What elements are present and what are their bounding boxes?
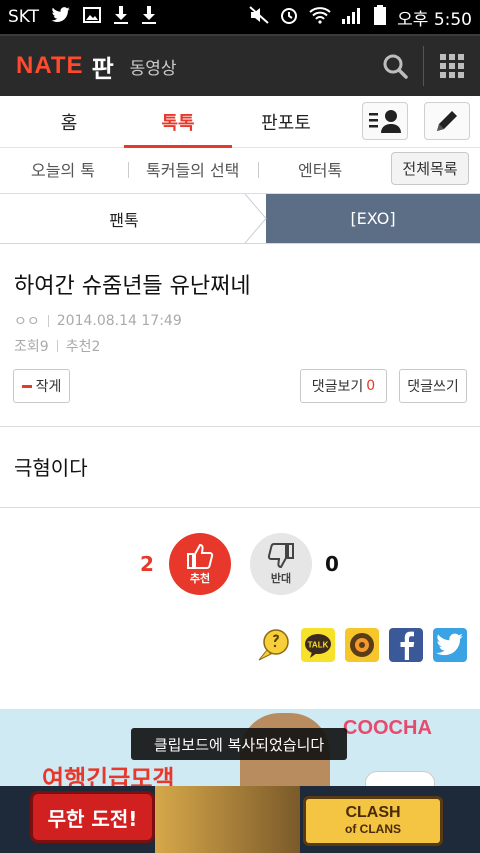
post-body: 극혐이다 bbox=[14, 456, 88, 480]
divider bbox=[0, 507, 480, 508]
recommend-button-label: 추천 bbox=[189, 572, 211, 585]
status-bar: SKT 오후 5:50 bbox=[0, 0, 480, 34]
speech-bubble-icon bbox=[258, 629, 289, 661]
write-post-button[interactable] bbox=[424, 102, 470, 140]
wifi-icon bbox=[309, 6, 331, 29]
subnav-today-talk[interactable]: 오늘의 톡 bbox=[31, 148, 95, 190]
alarm-icon bbox=[279, 5, 299, 30]
banner-cta-button[interactable]: 무한 도전! bbox=[30, 791, 155, 843]
share-twitter-button[interactable] bbox=[433, 628, 467, 662]
video-link[interactable]: 동영상 bbox=[130, 54, 177, 79]
recommend-count: 2 bbox=[140, 552, 154, 576]
ad-headline: 여행긴급모객 bbox=[42, 765, 175, 789]
all-list-button[interactable]: 전체목록 bbox=[391, 152, 469, 185]
kakaotalk-icon: TALK bbox=[305, 634, 331, 658]
comment-count: 0 bbox=[366, 378, 376, 394]
views-stat: 조회9 bbox=[14, 336, 49, 356]
menu-grid-button[interactable] bbox=[424, 36, 480, 96]
oppose-count: 0 bbox=[325, 552, 339, 576]
views-count: 9 bbox=[39, 339, 49, 355]
pann-logo[interactable]: 판 bbox=[92, 49, 114, 84]
share-kakaostory-button[interactable] bbox=[345, 628, 379, 662]
meta-separator bbox=[47, 315, 49, 327]
oppose-button[interactable]: 반대 bbox=[250, 533, 312, 595]
thumbs-up-icon bbox=[187, 543, 214, 569]
view-comments-button[interactable]: 댓글보기 0 bbox=[300, 369, 387, 403]
thumbs-down-icon bbox=[267, 543, 294, 569]
minus-icon bbox=[21, 384, 32, 388]
post-title: 하여간 슈줌년들 유난쩌네 bbox=[14, 274, 251, 299]
twitter-notification-icon bbox=[51, 7, 71, 27]
subnav-enter-talk[interactable]: 엔터톡 bbox=[298, 148, 342, 190]
banner-art-image bbox=[155, 786, 300, 853]
main-tabs: 홈 톡톡 판포토 bbox=[0, 96, 480, 148]
divider bbox=[0, 426, 480, 427]
twitter-icon bbox=[436, 633, 463, 656]
oppose-button-label: 반대 bbox=[270, 572, 292, 585]
post-author[interactable]: ㅇㅇ bbox=[14, 311, 40, 331]
font-small-label: 작게 bbox=[35, 379, 62, 395]
facebook-icon bbox=[400, 631, 415, 660]
sub-nav: 오늘의 톡 톡커들의 선택 엔터톡 전체목록 bbox=[0, 148, 480, 194]
tab-home[interactable]: 홈 bbox=[14, 96, 124, 148]
post-meta: ㅇㅇ 2014.08.14 17:49 bbox=[14, 311, 182, 331]
views-label: 조회 bbox=[14, 339, 40, 355]
game-logo-line2: of CLANS bbox=[345, 822, 401, 836]
carrier-label: SKT bbox=[8, 7, 40, 27]
search-icon bbox=[383, 54, 408, 79]
game-ad-banner[interactable]: 무한 도전! CLASH of CLANS bbox=[0, 786, 480, 853]
nate-logo[interactable]: NATE bbox=[16, 52, 84, 80]
subnav-talkers-choice[interactable]: 톡커들의 선택 bbox=[146, 148, 239, 190]
download-icon bbox=[113, 5, 129, 29]
app-header: NATE 판 동영상 bbox=[0, 34, 480, 96]
meta-separator bbox=[56, 340, 58, 352]
share-kakaotalk-button[interactable]: TALK bbox=[301, 628, 335, 662]
recommend-button[interactable]: 추천 bbox=[169, 533, 231, 595]
game-logo: CLASH of CLANS bbox=[303, 796, 443, 846]
tab-panphoto[interactable]: 판포토 bbox=[232, 96, 340, 148]
recommend-stat: 추천2 bbox=[66, 336, 101, 356]
user-list-icon bbox=[369, 110, 401, 133]
toast-message: 클립보드에 복사되었습니다 bbox=[131, 728, 347, 760]
pencil-icon bbox=[437, 111, 457, 131]
share-facebook-button[interactable] bbox=[389, 628, 423, 662]
subnav-separator bbox=[258, 162, 259, 178]
my-page-button[interactable] bbox=[362, 102, 408, 140]
download-icon bbox=[141, 5, 157, 29]
signal-icon bbox=[341, 6, 363, 29]
image-notification-icon bbox=[83, 6, 102, 28]
grid-icon bbox=[440, 54, 464, 78]
view-comments-label: 댓글보기 bbox=[311, 379, 364, 395]
font-small-button[interactable]: 작게 bbox=[13, 369, 70, 403]
breadcrumb: 팬톡 [EXO] bbox=[0, 194, 480, 244]
talk-label: TALK bbox=[308, 641, 329, 650]
game-logo-line1: CLASH bbox=[345, 804, 401, 821]
post-date: 2014.08.14 17:49 bbox=[56, 313, 182, 329]
search-button[interactable] bbox=[368, 36, 422, 96]
recommend-label: 추천 bbox=[65, 339, 92, 355]
share-clipboard-button[interactable] bbox=[257, 628, 291, 662]
mute-icon bbox=[249, 5, 269, 29]
kakaostory-icon bbox=[350, 633, 374, 657]
breadcrumb-board[interactable]: [EXO] bbox=[266, 194, 480, 243]
battery-icon bbox=[373, 4, 387, 30]
subnav-separator bbox=[128, 162, 129, 178]
clock-text: 오후 5:50 bbox=[397, 9, 472, 30]
recommend-count-meta: 2 bbox=[91, 339, 101, 355]
tab-toktok[interactable]: 톡톡 bbox=[124, 96, 232, 148]
post-stats: 조회9 추천2 bbox=[14, 336, 100, 356]
breadcrumb-category[interactable]: 팬톡 bbox=[0, 194, 266, 243]
write-comment-button[interactable]: 댓글쓰기 bbox=[399, 369, 467, 403]
breadcrumb-arrow-icon bbox=[245, 194, 267, 243]
ad-brand: COOCHA bbox=[343, 717, 432, 739]
